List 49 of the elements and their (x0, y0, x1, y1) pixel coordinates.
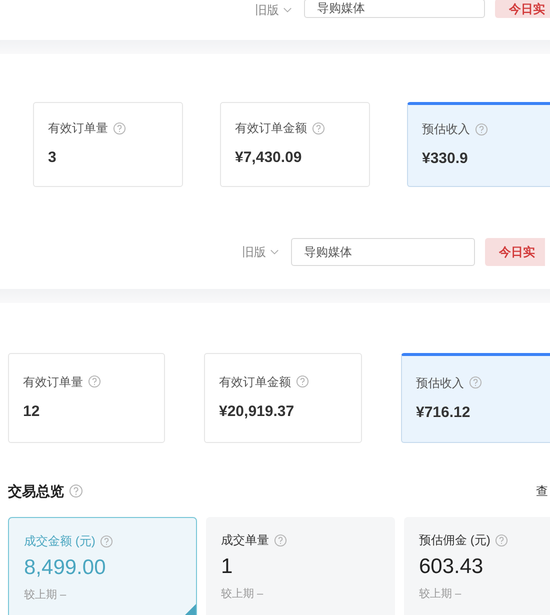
metric-card[interactable]: 预估收入 ¥330.9 (407, 102, 550, 187)
help-icon (495, 534, 508, 546)
help-icon (88, 375, 101, 388)
metric-label: 有效订单金额 (235, 120, 307, 138)
help-icon (312, 122, 325, 135)
compare-text: 较上期 – (221, 587, 264, 601)
metric-value: 3 (48, 148, 58, 168)
help-icon (69, 484, 83, 498)
metric-label: 成交金额 (元) (24, 533, 96, 550)
help-icon (100, 534, 114, 548)
metric-card[interactable]: 预估收入 ¥716.12 (401, 353, 550, 443)
version-dropdown[interactable]: 旧版 (253, 0, 294, 20)
metric-value: ¥716.12 (416, 402, 472, 423)
metric-label: 成交单量 (221, 532, 269, 549)
realtime-button[interactable]: 今日实 (495, 0, 550, 18)
compare-text: 较上期 – (419, 587, 462, 601)
metric-label: 有效订单金额 (219, 374, 291, 391)
metric-value: 12 (23, 402, 41, 422)
metric-card[interactable]: 有效订单量 12 (8, 353, 165, 443)
metric-card[interactable]: 有效订单金额 ¥7,430.09 (220, 102, 370, 187)
caret-icon (283, 7, 292, 13)
metric-label: 有效订单量 (23, 374, 83, 391)
search-field[interactable]: 导购媒体 (291, 238, 475, 266)
overview-card[interactable]: 预估佣金 (元) 603.43 较上期 – (404, 517, 550, 615)
metric-label: 有效订单量 (48, 120, 108, 138)
metric-label: 预估佣金 (元) (419, 532, 490, 549)
view-link[interactable]: 查 (536, 482, 550, 500)
metric-label: 预估收入 (422, 121, 470, 138)
metric-value: ¥7,430.09 (235, 148, 303, 168)
help-icon (274, 534, 287, 546)
help-icon (296, 375, 309, 388)
compare-text: 较上期 – (24, 588, 66, 602)
help-icon (475, 122, 488, 136)
section-title: 交易总览 (8, 482, 64, 500)
search-field[interactable]: 导购媒体 (304, 0, 485, 18)
metric-label: 预估收入 (416, 374, 464, 392)
metric-value: 8,499.00 (24, 555, 107, 581)
version-dropdown[interactable]: 旧版 (240, 242, 281, 262)
realtime-button[interactable]: 今日实 (485, 238, 545, 266)
metric-value: ¥330.9 (422, 149, 469, 170)
help-icon (113, 122, 126, 135)
metric-card[interactable]: 有效订单量 3 (33, 102, 183, 187)
metric-value: ¥20,919.37 (219, 402, 296, 422)
metric-card[interactable]: 有效订单金额 ¥20,919.37 (204, 353, 362, 443)
overview-card[interactable]: 成交单量 1 较上期 – (206, 517, 395, 615)
help-icon (469, 376, 482, 390)
caret-icon (270, 249, 279, 255)
metric-value: 603.43 (419, 554, 484, 580)
metric-value: 1 (221, 554, 234, 580)
